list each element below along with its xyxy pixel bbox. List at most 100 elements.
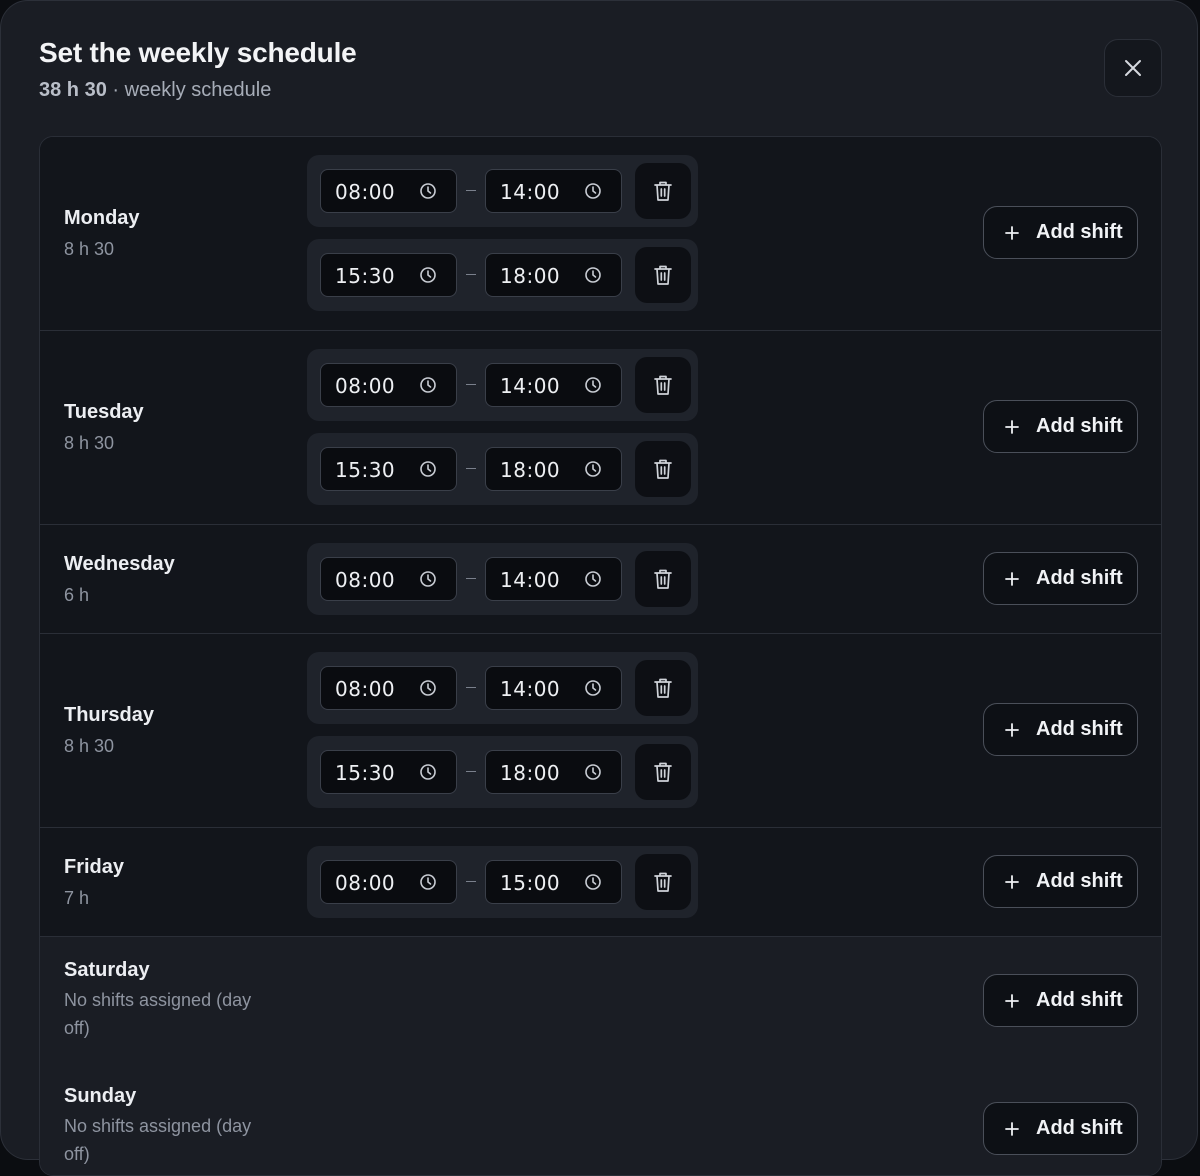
day-row-sunday: Sunday No shifts assigned (day off) Add sh… [40, 1065, 1161, 1175]
shift-end-input[interactable]: 18:00 [485, 750, 622, 794]
add-shift-button[interactable]: Add shift [983, 703, 1138, 756]
add-shift-button[interactable]: Add shift [983, 400, 1138, 453]
add-shift-label: Add shift [1036, 718, 1123, 740]
time-range-separator [466, 274, 476, 275]
shift-end-input[interactable]: 18:00 [485, 253, 622, 297]
shift-start-input[interactable]: 08:00 [320, 169, 457, 213]
plus-icon [1005, 994, 1019, 1008]
clock-icon [585, 183, 601, 199]
day-name: Thursday [64, 704, 155, 726]
clock-icon [420, 680, 436, 696]
time-range-separator [466, 771, 476, 772]
add-shift-label: Add shift [1036, 989, 1123, 1011]
shift-end-value: 18:00 [500, 761, 561, 785]
subtitle-text: · weekly schedule [106, 79, 272, 101]
day-name: Monday [64, 207, 140, 229]
shift-start-input[interactable]: 08:00 [320, 557, 457, 601]
add-shift-button[interactable]: Add shift [983, 974, 1138, 1027]
shift-start-input[interactable]: 15:30 [320, 253, 457, 297]
add-shift-button[interactable]: Add shift [983, 552, 1138, 605]
add-shift-button[interactable]: Add shift [983, 206, 1138, 259]
clock-icon [585, 764, 601, 780]
shift-row: 08:00 14:00 [307, 155, 698, 227]
delete-shift-button[interactable] [635, 163, 691, 219]
add-shift-label: Add shift [1036, 221, 1123, 243]
trash-icon [654, 375, 672, 395]
clock-icon [585, 680, 601, 696]
day-row-monday: Monday 8 h 30 08:00 14:00 15:30 18:00 Add… [40, 137, 1161, 331]
plus-icon [1005, 1122, 1019, 1136]
clock-icon [585, 874, 601, 890]
add-shift-label: Add shift [1036, 870, 1123, 892]
day-total: No shifts assigned (day off) [64, 1116, 252, 1164]
clock-icon [420, 461, 436, 477]
shift-end-input[interactable]: 14:00 [485, 363, 622, 407]
clock-icon [420, 571, 436, 587]
shift-end-input[interactable]: 14:00 [485, 557, 622, 601]
day-row-thursday: Thursday 8 h 30 08:00 14:00 15:30 18:00 A… [40, 634, 1161, 828]
trash-icon [654, 459, 672, 479]
day-name: Sunday [64, 1085, 137, 1107]
trash-icon [654, 181, 672, 201]
close-button[interactable] [1104, 39, 1162, 97]
clock-icon [585, 461, 601, 477]
shift-start-value: 08:00 [335, 374, 396, 398]
day-name: Tuesday [64, 401, 144, 423]
add-shift-label: Add shift [1036, 1117, 1123, 1139]
delete-shift-button[interactable] [635, 744, 691, 800]
shift-row: 08:00 14:00 [307, 543, 698, 615]
day-row-saturday: Saturday No shifts assigned (day off) Add … [40, 937, 1161, 1065]
trash-icon [654, 872, 672, 892]
shift-end-input[interactable]: 15:00 [485, 860, 622, 904]
day-name: Saturday [64, 959, 150, 981]
clock-icon [585, 267, 601, 283]
delete-shift-button[interactable] [635, 551, 691, 607]
modal-subtitle: 38 h 30 · weekly schedule [39, 79, 271, 102]
shift-end-value: 15:00 [500, 871, 561, 895]
trash-icon [654, 678, 672, 698]
clock-icon [585, 571, 601, 587]
add-shift-label: Add shift [1036, 567, 1123, 589]
delete-shift-button[interactable] [635, 854, 691, 910]
day-total: 8 h 30 [64, 239, 115, 259]
day-row-friday: Friday 7 h 08:00 15:00 Add shift [40, 828, 1161, 937]
weekly-schedule-modal: Set the weekly schedule 38 h 30 · weekly… [0, 0, 1198, 1176]
day-total: 7 h [64, 888, 90, 908]
delete-shift-button[interactable] [635, 660, 691, 716]
clock-icon [420, 267, 436, 283]
delete-shift-button[interactable] [635, 441, 691, 497]
delete-shift-button[interactable] [635, 357, 691, 413]
weekly-total: 38 h 30 [39, 79, 107, 101]
add-shift-button[interactable]: Add shift [983, 855, 1138, 908]
plus-icon [1005, 875, 1019, 889]
plus-icon [1005, 572, 1019, 586]
shift-start-input[interactable]: 15:30 [320, 750, 457, 794]
time-range-separator [466, 384, 476, 385]
shift-end-value: 18:00 [500, 264, 561, 288]
add-shift-button[interactable]: Add shift [983, 1102, 1138, 1155]
shift-end-value: 18:00 [500, 458, 561, 482]
day-name: Friday [64, 856, 125, 878]
shift-start-input[interactable]: 08:00 [320, 363, 457, 407]
shift-start-value: 15:30 [335, 761, 396, 785]
clock-icon [420, 764, 436, 780]
shift-start-input[interactable]: 08:00 [320, 860, 457, 904]
day-row-tuesday: Tuesday 8 h 30 08:00 14:00 15:30 18:00 Ad… [40, 331, 1161, 525]
shift-start-value: 15:30 [335, 264, 396, 288]
shift-end-input[interactable]: 18:00 [485, 447, 622, 491]
day-name: Wednesday [64, 553, 175, 575]
shift-start-input[interactable]: 08:00 [320, 666, 457, 710]
clock-icon [420, 183, 436, 199]
day-row-wednesday: Wednesday 6 h 08:00 14:00 Add shift [40, 525, 1161, 634]
shift-end-input[interactable]: 14:00 [485, 666, 622, 710]
shift-end-value: 14:00 [500, 677, 561, 701]
shift-row: 08:00 14:00 [307, 349, 698, 421]
shift-start-value: 08:00 [335, 677, 396, 701]
delete-shift-button[interactable] [635, 247, 691, 303]
day-total: 8 h 30 [64, 736, 115, 756]
shift-end-input[interactable]: 14:00 [485, 169, 622, 213]
plus-icon [1005, 420, 1019, 434]
shift-start-value: 08:00 [335, 871, 396, 895]
modal-title: Set the weekly schedule [39, 37, 357, 68]
shift-start-input[interactable]: 15:30 [320, 447, 457, 491]
